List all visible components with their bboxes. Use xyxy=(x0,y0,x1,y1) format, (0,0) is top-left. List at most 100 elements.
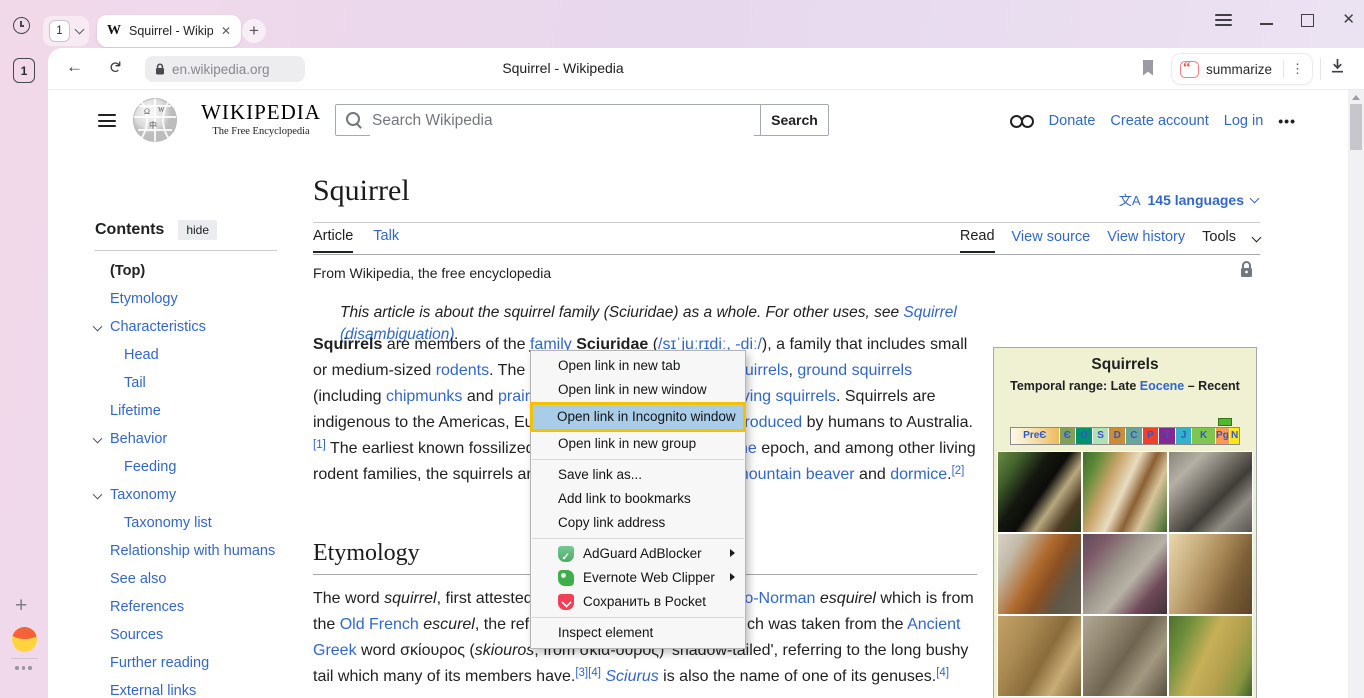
toc-item-further-reading[interactable]: Further reading xyxy=(95,649,291,677)
wikipedia-logo-text[interactable]: WIKIPEDIA The Free Encyclopedia xyxy=(186,100,336,137)
timescale-segment-c[interactable]: C xyxy=(1126,428,1143,444)
tab-group-chip[interactable]: 1 xyxy=(43,16,89,46)
rock-squirrel-photo[interactable] xyxy=(1083,534,1166,614)
menu-item-open-link-new-window[interactable]: Open link in new window xyxy=(531,378,745,402)
chevron-down-icon[interactable] xyxy=(93,322,103,332)
marmots-photo[interactable] xyxy=(1083,616,1166,696)
timescale-segment-n[interactable]: N xyxy=(1230,428,1239,444)
rail-more-icon[interactable] xyxy=(15,666,32,670)
toc-item-behavior[interactable]: Behavior xyxy=(95,425,291,453)
menu-item-pocket[interactable]: Сохранить в Pocket xyxy=(531,590,745,614)
reference-link[interactable]: [4] xyxy=(588,667,601,679)
toc-item-see-also[interactable]: See also xyxy=(95,565,291,593)
toc-item-taxonomy[interactable]: Taxonomy xyxy=(95,481,291,509)
log-in-link[interactable]: Log in xyxy=(1224,113,1264,129)
reference-link[interactable]: [3] xyxy=(575,667,588,679)
browser-tab[interactable]: W Squirrel - Wikipedia ✕ xyxy=(97,15,241,47)
close-button[interactable]: ✕ xyxy=(1342,11,1355,29)
text-link[interactable]: Sciurus xyxy=(605,668,658,685)
timescale-segment-k[interactable]: K xyxy=(1192,428,1215,444)
text-link[interactable]: Old French xyxy=(340,616,419,633)
toc-item-head[interactable]: Head xyxy=(95,341,291,369)
toc-item-lifetime[interactable]: Lifetime xyxy=(95,397,291,425)
timescale-segment-s[interactable]: S xyxy=(1093,428,1110,444)
sidebar-panel-button[interactable]: 1 xyxy=(13,58,35,83)
summarize-more-icon[interactable]: ⋮ xyxy=(1291,61,1304,77)
text-link[interactable]: rodents xyxy=(436,362,489,379)
toc-item-taxonomy-list[interactable]: Taxonomy list xyxy=(95,509,291,537)
create-account-link[interactable]: Create account xyxy=(1110,113,1208,129)
timescale-segment-d[interactable]: D xyxy=(1109,428,1126,444)
menu-item-open-link-new-tab[interactable]: Open link in new tab xyxy=(531,354,745,378)
bookmark-icon[interactable] xyxy=(1141,59,1155,82)
chevron-down-icon[interactable] xyxy=(75,25,85,35)
toc-item-external-links[interactable]: External links xyxy=(95,677,291,698)
search-button[interactable]: Search xyxy=(760,104,829,136)
menu-item-add-link-bookmarks[interactable]: Add link to bookmarks xyxy=(531,487,745,511)
yandex-mail-icon[interactable] xyxy=(12,627,37,652)
chevron-down-icon[interactable] xyxy=(93,434,103,444)
menu-item-open-link-incognito[interactable]: Open link in Incognito window xyxy=(530,402,746,432)
text-link[interactable]: ground squirrels xyxy=(797,362,912,379)
timescale-segment-p[interactable]: P xyxy=(1143,428,1160,444)
timescale-segment-o[interactable]: O xyxy=(1076,428,1093,444)
languages-button[interactable]: 文A 145 languages xyxy=(1119,190,1258,209)
black-giant-squirrel-photo[interactable] xyxy=(998,452,1081,532)
maximize-button[interactable] xyxy=(1301,14,1314,27)
fox-squirrel-photo[interactable] xyxy=(998,534,1081,614)
minimize-button[interactable] xyxy=(1260,23,1273,25)
view-source[interactable]: View source xyxy=(1012,229,1091,252)
new-tab-button[interactable]: + xyxy=(242,19,266,43)
toc-item-characteristics[interactable]: Characteristics xyxy=(95,313,291,341)
menu-item-copy-link-address[interactable]: Copy link address xyxy=(531,511,745,535)
text-link[interactable]: mountain beaver xyxy=(735,466,854,483)
menu-item-evernote[interactable]: Evernote Web Clipper xyxy=(531,566,745,590)
text-link[interactable]: Eocene xyxy=(1140,379,1184,393)
standing-ground-squirrels-photo[interactable] xyxy=(998,616,1081,696)
toc-item-etymology[interactable]: Etymology xyxy=(95,285,291,313)
tab-article[interactable]: Article xyxy=(313,228,353,253)
search-input[interactable] xyxy=(370,106,754,136)
toc-item-top[interactable]: (Top) xyxy=(95,257,291,285)
tab-close-icon[interactable]: ✕ xyxy=(221,24,231,38)
timescale-segment-pg[interactable]: Pg xyxy=(1216,428,1230,444)
vertical-scrollbar[interactable] xyxy=(1348,90,1364,698)
tab-talk[interactable]: Talk xyxy=(373,228,399,253)
menu-item-save-link-as[interactable]: Save link as... xyxy=(531,463,745,487)
tab-group-count[interactable]: 1 xyxy=(49,20,70,42)
chevron-down-icon[interactable] xyxy=(93,490,103,500)
ground-squirrel-photo[interactable] xyxy=(1169,534,1252,614)
text-link[interactable]: dormice xyxy=(890,466,947,483)
chevron-down-icon[interactable] xyxy=(1252,233,1262,243)
donate-link[interactable]: Donate xyxy=(1049,113,1096,129)
scrollbar-thumb[interactable] xyxy=(1350,104,1362,150)
timescale-segment-pre[interactable]: PreЄ xyxy=(1011,428,1060,444)
history-clock-icon[interactable] xyxy=(13,17,30,34)
wikipedia-globe-logo[interactable]: Ω W 中 xyxy=(132,97,178,148)
toc-item-feeding[interactable]: Feeding xyxy=(95,453,291,481)
timescale-segment-t[interactable]: T xyxy=(1159,428,1176,444)
text-link[interactable]: flying squirrels xyxy=(734,388,836,405)
scroll-up-arrow[interactable] xyxy=(1352,95,1360,100)
toc-item-tail[interactable]: Tail xyxy=(95,369,291,397)
view-history[interactable]: View history xyxy=(1107,229,1185,252)
toc-item-references[interactable]: References xyxy=(95,593,291,621)
page-protection-lock-icon[interactable] xyxy=(1239,260,1254,284)
reference-link[interactable]: [4] xyxy=(936,667,949,679)
appearance-icon[interactable] xyxy=(1010,115,1034,128)
tools-menu[interactable]: Tools xyxy=(1202,229,1236,252)
toc-item-sources[interactable]: Sources xyxy=(95,621,291,649)
reference-link[interactable]: [2] xyxy=(952,465,965,477)
wiki-main-menu-icon[interactable] xyxy=(98,114,116,127)
rail-add-icon[interactable]: + xyxy=(15,594,27,618)
toc-hide-button[interactable]: hide xyxy=(178,220,217,240)
prairie-dogs-photo[interactable] xyxy=(1169,616,1252,696)
menu-item-inspect-element[interactable]: Inspect element xyxy=(531,621,745,645)
timescale-segment-j[interactable]: J xyxy=(1176,428,1193,444)
timescale-segment-item[interactable]: Є xyxy=(1060,428,1077,444)
text-link[interactable]: chipmunks xyxy=(386,388,462,405)
menu-item-adguard[interactable]: AdGuard AdBlocker xyxy=(531,542,745,566)
summarize-button[interactable]: “ summarize ⋮ xyxy=(1172,54,1312,84)
menu-item-open-link-new-group[interactable]: Open link in new group xyxy=(531,432,745,456)
more-options-icon[interactable]: ••• xyxy=(1278,113,1296,129)
